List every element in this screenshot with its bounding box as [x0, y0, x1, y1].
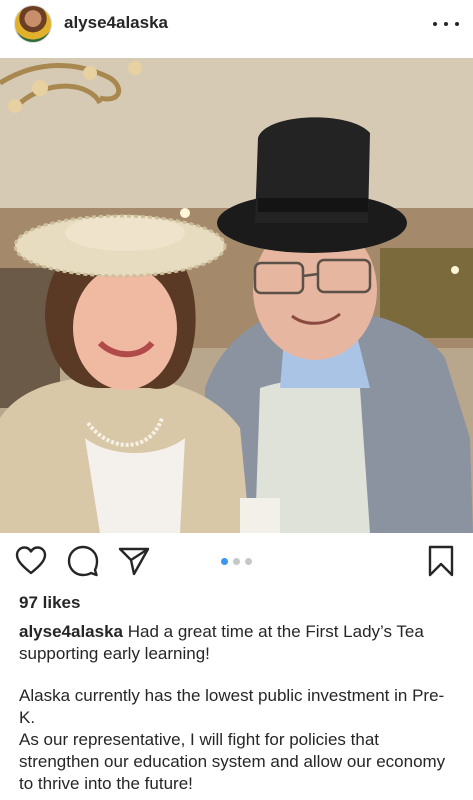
avatar[interactable] — [14, 5, 52, 43]
caption-paragraph: Alaska currently has the lowest public i… — [19, 686, 445, 727]
carousel-indicator — [221, 558, 252, 565]
post-caption: alyse4alaska Had a great time at the Fir… — [19, 621, 459, 795]
photo-illustration — [0, 58, 473, 533]
caption-username[interactable]: alyse4alaska — [19, 622, 123, 641]
share-icon[interactable] — [117, 544, 151, 578]
heart-icon[interactable] — [14, 544, 48, 578]
comment-icon[interactable] — [66, 544, 100, 578]
likes-count[interactable]: 97 likes — [19, 593, 80, 613]
bookmark-icon[interactable] — [424, 544, 458, 578]
caption-paragraph: As our representative, I will fight for … — [19, 730, 446, 793]
post-username[interactable]: alyse4alaska — [64, 13, 168, 33]
dot — [444, 22, 448, 26]
post-photo[interactable] — [0, 58, 473, 533]
post-header: alyse4alaska — [0, 0, 473, 52]
more-options-icon[interactable] — [433, 14, 459, 34]
carousel-dot — [233, 558, 240, 565]
carousel-dot-active — [221, 558, 228, 565]
dot — [433, 22, 437, 26]
carousel-dot — [245, 558, 252, 565]
dot — [455, 22, 459, 26]
